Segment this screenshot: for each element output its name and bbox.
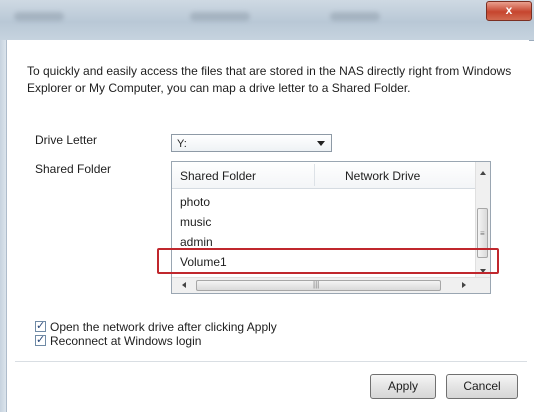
drive-letter-select[interactable]: Y: <box>171 134 332 152</box>
horizontal-scrollbar[interactable]: ||| <box>172 277 490 293</box>
checkmark-icon: ✓ <box>36 334 46 346</box>
blurred-title-2 <box>190 12 250 21</box>
drive-letter-label: Drive Letter <box>35 133 98 147</box>
scroll-left-icon[interactable] <box>182 282 186 288</box>
reconnect-label[interactable]: Reconnect at Windows login <box>50 334 201 348</box>
shared-folder-label: Shared Folder <box>35 162 112 176</box>
open-drive-checkbox[interactable]: ✓ <box>35 320 46 332</box>
chevron-down-icon <box>317 141 325 146</box>
title-bar: x <box>0 0 534 41</box>
column-divider <box>314 164 315 186</box>
apply-button[interactable]: Apply <box>370 374 436 399</box>
shared-folder-table: Shared Folder Network Drive photo music … <box>171 161 491 294</box>
grip-icon: ||| <box>313 280 320 289</box>
close-icon: x <box>505 3 513 17</box>
close-button[interactable]: x <box>486 1 532 21</box>
table-row[interactable]: music <box>180 212 211 232</box>
blurred-title-1 <box>14 12 64 21</box>
checkmark-icon: ✓ <box>36 320 46 332</box>
table-row[interactable]: photo <box>180 192 210 212</box>
open-drive-label[interactable]: Open the network drive after clicking Ap… <box>50 320 277 334</box>
column-header-shared-folder[interactable]: Shared Folder <box>180 169 256 183</box>
scroll-up-icon[interactable] <box>480 171 486 175</box>
blurred-title-3 <box>330 12 380 21</box>
drive-letter-value: Y: <box>177 138 187 150</box>
footer-divider <box>15 361 527 362</box>
grip-icon: ≡ <box>480 229 485 238</box>
highlight-box <box>157 248 499 274</box>
table-header: Shared Folder Network Drive <box>172 162 477 189</box>
column-header-network-drive[interactable]: Network Drive <box>345 169 420 183</box>
scroll-right-icon[interactable] <box>462 282 466 288</box>
cancel-button[interactable]: Cancel <box>446 374 518 399</box>
reconnect-checkbox[interactable]: ✓ <box>35 334 46 346</box>
horizontal-scroll-thumb[interactable]: ||| <box>196 280 441 291</box>
intro-text: To quickly and easily access the files t… <box>27 64 512 95</box>
